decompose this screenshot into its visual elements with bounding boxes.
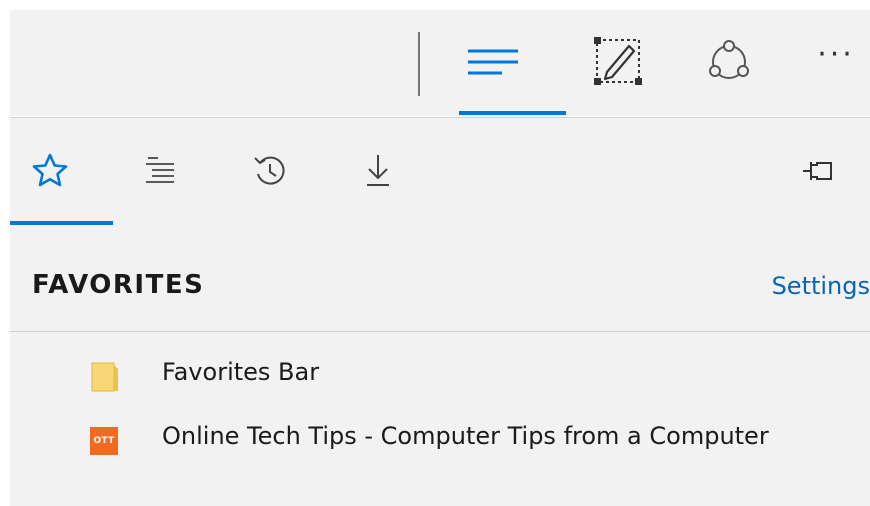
tab-downloads[interactable] xyxy=(348,146,408,196)
web-note-pen-icon xyxy=(594,37,642,85)
favorite-item-online-tech-tips[interactable]: OTT Online Tech Tips - Computer Tips fro… xyxy=(10,417,870,465)
favorites-heading: FAVORITES xyxy=(32,270,205,300)
favorite-label: Online Tech Tips - Computer Tips from a … xyxy=(162,422,769,450)
share-button[interactable] xyxy=(694,22,764,102)
tab-history[interactable] xyxy=(240,146,300,196)
pin-pane-button[interactable] xyxy=(788,146,848,196)
download-icon xyxy=(367,155,389,186)
web-note-button[interactable] xyxy=(583,22,653,102)
more-icon: ··· xyxy=(817,37,855,72)
hub-pane: FAVORITES Settings Favorites Bar OTT Onl… xyxy=(10,118,870,506)
more-button[interactable]: ··· xyxy=(802,22,870,102)
tab-reading-list[interactable] xyxy=(130,146,190,196)
star-icon xyxy=(32,153,68,187)
browser-toolbar: ··· xyxy=(10,10,870,116)
section-divider xyxy=(10,331,870,332)
browser-window: ··· FAVORITES Settings Favorites Bar OTT… xyxy=(0,0,870,506)
favorite-item-favorites-bar[interactable]: Favorites Bar xyxy=(10,353,870,401)
hub-lines-icon xyxy=(468,49,518,75)
hub-active-indicator xyxy=(459,111,566,115)
folder-icon xyxy=(91,362,118,392)
favorite-label: Favorites Bar xyxy=(162,358,320,386)
history-icon xyxy=(254,156,285,185)
site-favicon: OTT xyxy=(90,427,118,455)
pin-icon xyxy=(803,162,832,180)
settings-link[interactable]: Settings xyxy=(772,272,870,300)
tab-favorites[interactable] xyxy=(20,146,80,196)
hub-button[interactable] xyxy=(458,22,528,102)
share-icon xyxy=(709,40,749,79)
toolbar-separator xyxy=(418,32,420,96)
tab-active-indicator xyxy=(10,221,113,225)
reading-list-icon xyxy=(146,157,174,183)
